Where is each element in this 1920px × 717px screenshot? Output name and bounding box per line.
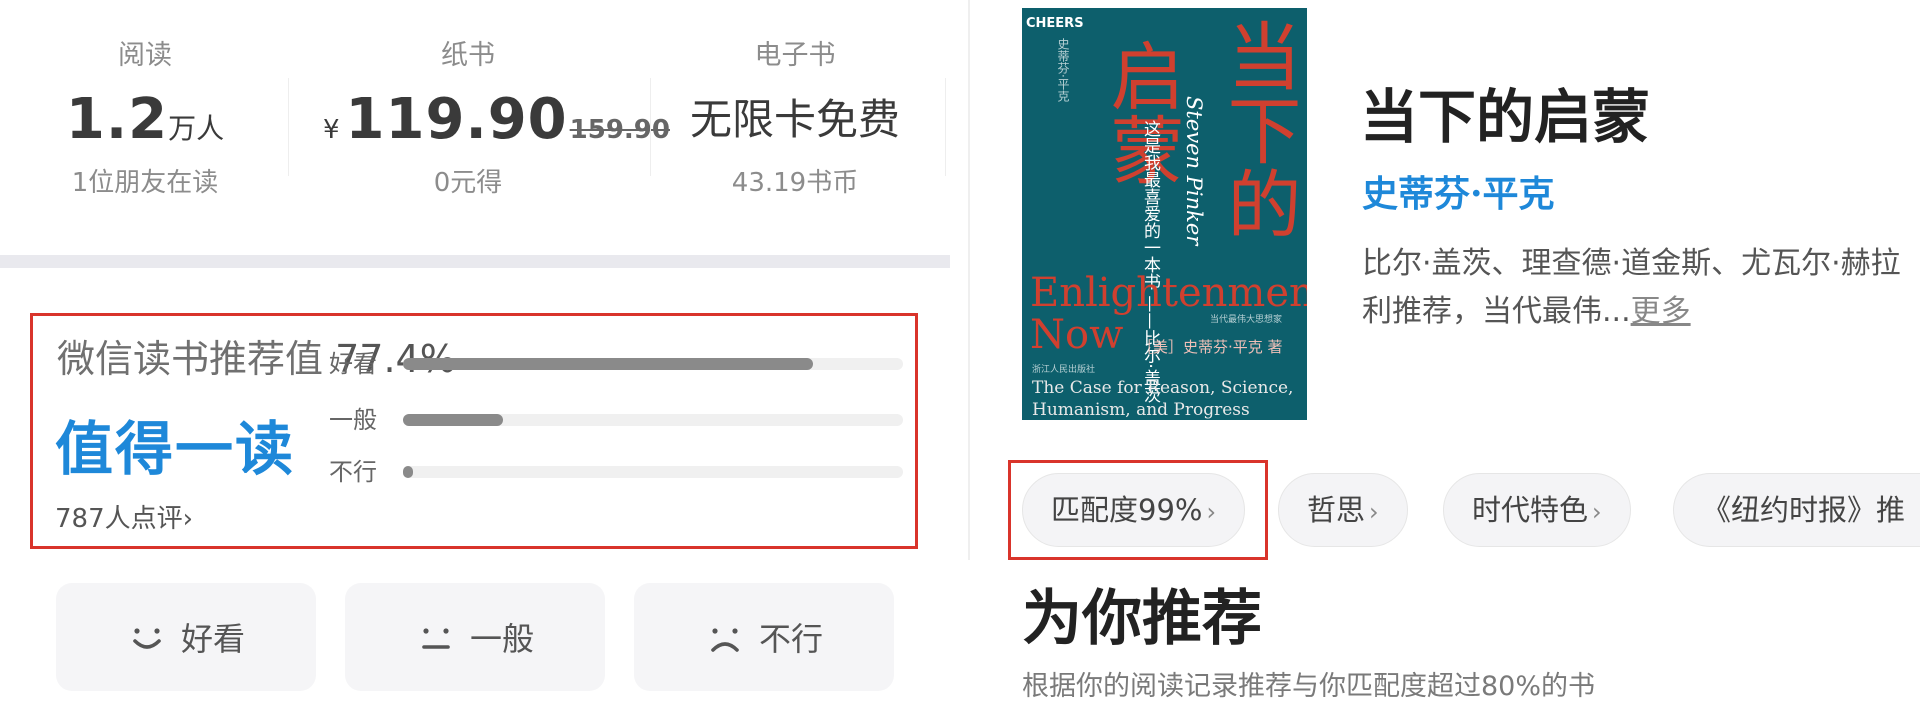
paper-sub: 0元得 bbox=[433, 168, 503, 198]
bar-label: 好看 bbox=[329, 350, 377, 378]
reading-count: 1.2万人 bbox=[0, 88, 290, 152]
chevron-right-icon: › bbox=[1592, 498, 1602, 526]
bar-track bbox=[403, 358, 903, 370]
ebook-value: 无限卡免费 bbox=[689, 95, 900, 144]
ebook-sub: 43.19书币 bbox=[731, 168, 859, 198]
cover-author-cn: ［美］史蒂芬·平克 著 bbox=[1138, 338, 1283, 356]
paper-price: ¥119.90159.90 bbox=[323, 87, 670, 152]
stats-ebook[interactable]: 电子书 无限卡免费 43.19书币 bbox=[650, 38, 940, 200]
recommend-section-subtitle: 根据你的阅读记录推荐与你匹配度超过80%的书 bbox=[1022, 671, 1596, 702]
rating-panel: 微信读书推荐值 77.4% 值得一读 787人点评› 好看 一般 不行 bbox=[30, 313, 918, 549]
cover-title-cn-right: 当下的 bbox=[1215, 18, 1301, 240]
reviews-link[interactable]: 787人点评› bbox=[55, 498, 193, 535]
cover-title-en-2: Now bbox=[1030, 312, 1124, 358]
react-bad-label: 不行 bbox=[758, 620, 823, 658]
stat-divider bbox=[945, 78, 946, 176]
cover-brand: CHEERS bbox=[1026, 16, 1084, 31]
verdict-label: 值得一读 bbox=[55, 415, 296, 483]
bar-label: 不行 bbox=[329, 458, 377, 486]
recommend-section-title: 为你推荐 bbox=[1022, 584, 1262, 654]
reading-label: 阅读 bbox=[118, 40, 172, 71]
chevron-right-icon: › bbox=[1369, 498, 1379, 526]
tag-label: 时代特色 bbox=[1472, 493, 1589, 527]
cover-publisher: 浙江人民出版社 bbox=[1032, 365, 1096, 375]
reading-unit: 万人 bbox=[168, 112, 225, 145]
neutral-face-icon bbox=[422, 628, 450, 649]
tag-philosophy[interactable]: 哲思 › bbox=[1278, 473, 1408, 547]
recommend-label: 微信读书推荐值 bbox=[57, 337, 324, 381]
book-description: 比尔·盖茨、理查德·道金斯、尤瓦尔·赫拉利推荐，当代最伟...更多 bbox=[1362, 240, 1920, 336]
cover-series: 当代最伟大思想家 bbox=[1210, 315, 1283, 325]
ebook-value-row: 无限卡免费 bbox=[650, 88, 940, 152]
cover-subtitle: The Case for Reason, Science, bbox=[1032, 378, 1294, 398]
react-bad-button[interactable]: 不行 bbox=[634, 583, 894, 691]
smile-icon bbox=[133, 628, 161, 649]
tag-nyt[interactable]: 《纽约时报》推 bbox=[1673, 473, 1920, 547]
bar-fill bbox=[403, 466, 413, 478]
tag-era[interactable]: 时代特色 › bbox=[1443, 473, 1631, 547]
currency-symbol: ¥ bbox=[323, 115, 340, 145]
stats-reading[interactable]: 阅读 1.2万人 1位朋友在读 bbox=[0, 38, 290, 200]
stat-divider bbox=[288, 78, 289, 176]
tag-label: 《纽约时报》推 bbox=[1702, 493, 1906, 527]
cover-blurb: 这是我最喜爱的一本书 ——比尔·盖茨 bbox=[1140, 120, 1160, 403]
panel-divider bbox=[968, 0, 970, 560]
cover-subtitle-2: Humanism, and Progress bbox=[1032, 400, 1250, 420]
tag-label: 哲思 bbox=[1307, 493, 1366, 527]
stats-paper-book[interactable]: 纸书 ¥119.90159.90 0元得 bbox=[323, 38, 670, 200]
bar-track bbox=[403, 414, 903, 426]
ebook-label: 电子书 bbox=[754, 40, 836, 71]
friends-reading: 1位朋友在读 bbox=[71, 168, 219, 198]
bar-fill bbox=[403, 414, 503, 426]
section-separator bbox=[0, 255, 950, 268]
reading-value: 1.2 bbox=[65, 87, 169, 152]
paper-price-value: 119.90 bbox=[345, 87, 568, 152]
chevron-right-icon: › bbox=[182, 504, 194, 534]
book-title: 当下的启蒙 bbox=[1360, 83, 1651, 151]
cover-small-text: 史蒂芬·平克 bbox=[1056, 38, 1070, 102]
book-author-link[interactable]: 史蒂芬·平克 bbox=[1362, 165, 1555, 217]
more-link[interactable]: 更多 bbox=[1631, 294, 1691, 329]
paper-label: 纸书 bbox=[441, 40, 495, 71]
bar-track bbox=[403, 466, 903, 478]
react-ok-label: 一般 bbox=[469, 620, 534, 658]
tag-highlight-box bbox=[1008, 460, 1268, 560]
react-ok-button[interactable]: 一般 bbox=[345, 583, 605, 691]
bar-label: 一般 bbox=[329, 406, 377, 434]
reviews-count: 787人点评 bbox=[55, 504, 183, 534]
cover-title-en: Enlightenment bbox=[1030, 270, 1307, 316]
sad-face-icon bbox=[711, 628, 739, 652]
book-cover[interactable]: CHEERS 史蒂芬·平克 启蒙 当下的 这是我最喜爱的一本书 ——比尔·盖茨 … bbox=[1022, 8, 1307, 420]
react-good-button[interactable]: 好看 bbox=[56, 583, 316, 691]
cover-author-en: Steven Pinker bbox=[1182, 96, 1206, 246]
react-good-label: 好看 bbox=[180, 620, 245, 658]
recommend-score-title: 微信读书推荐值 77.4% bbox=[57, 328, 456, 383]
bar-fill bbox=[403, 358, 813, 370]
